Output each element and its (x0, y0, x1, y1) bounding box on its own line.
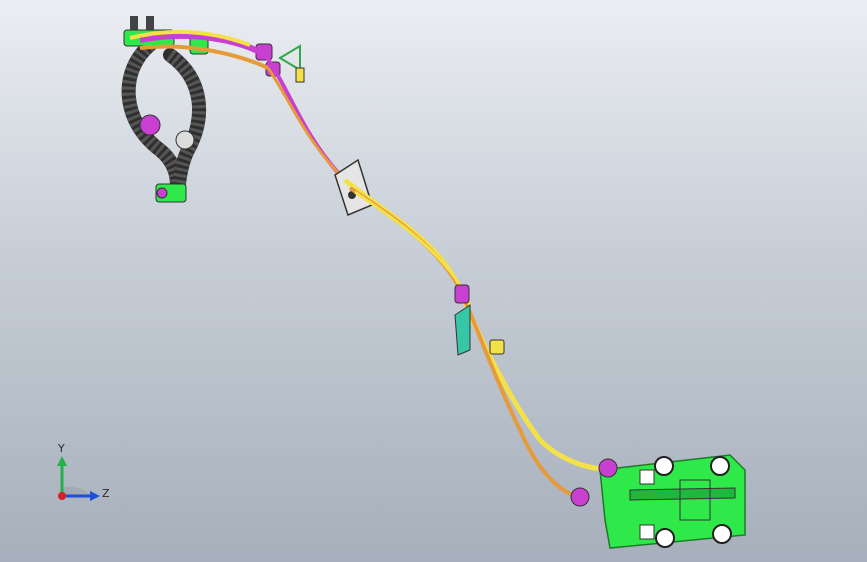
corrugated-hose-group (121, 38, 206, 203)
shifter-base (599, 454, 746, 549)
cad-viewport[interactable]: Y Z (0, 0, 867, 562)
main-cable-run (343, 178, 606, 499)
cable-clip (454, 284, 505, 356)
triad-y-label: Y (58, 442, 65, 455)
cable-assembly-model[interactable] (0, 0, 867, 562)
triad-z-label: Z (102, 487, 110, 500)
